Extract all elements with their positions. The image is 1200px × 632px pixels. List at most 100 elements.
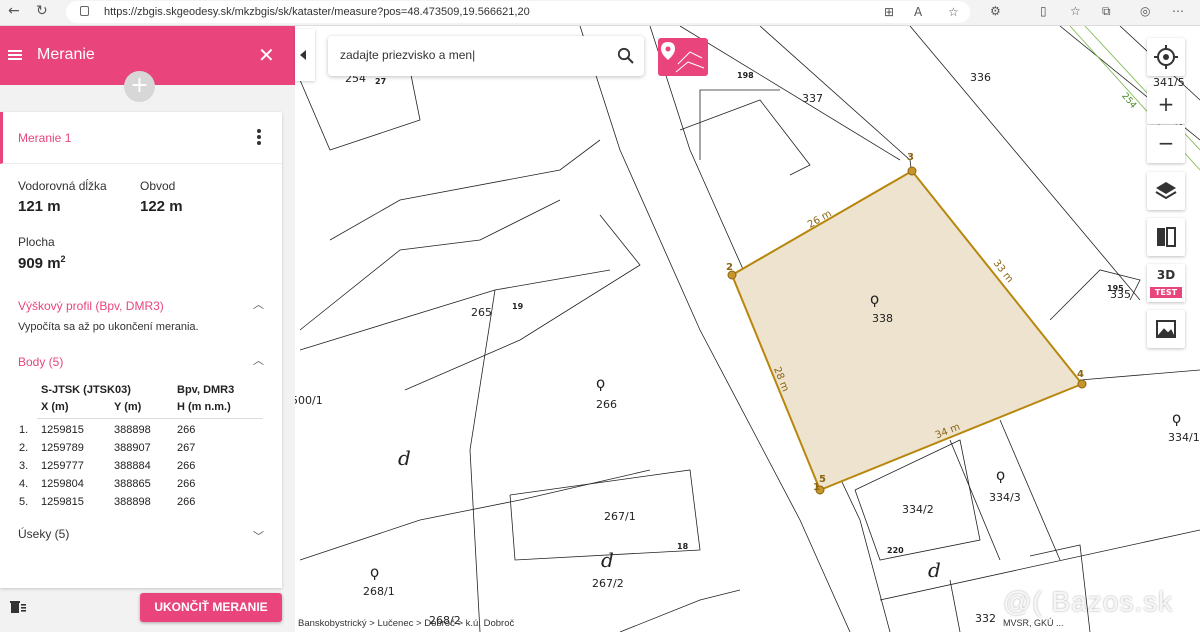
parcel-label: 334/3 bbox=[989, 491, 1021, 504]
cadastre-layer-button[interactable] bbox=[658, 38, 708, 76]
yard-symbol: ϙ bbox=[370, 563, 380, 581]
search-input[interactable] bbox=[340, 48, 610, 62]
translate-icon[interactable]: ⊞ bbox=[884, 5, 894, 19]
3d-view-button[interactable]: 3D TEST bbox=[1147, 264, 1185, 302]
plus-icon: + bbox=[1157, 92, 1175, 116]
favorites-icon[interactable]: ☆ bbox=[1070, 4, 1081, 18]
perimeter-value: 122 m bbox=[140, 198, 183, 215]
h-header: H (m n.m.) bbox=[177, 401, 231, 413]
cadastral-map bbox=[299, 26, 1200, 632]
coord-system-header: S-JTSK (JTSK03) bbox=[41, 384, 131, 396]
parcel-label: 265 bbox=[471, 306, 492, 319]
vertex-label: 2 bbox=[726, 262, 733, 273]
parcel-label: 268/1 bbox=[363, 585, 395, 598]
vertex-label: 4 bbox=[1077, 369, 1084, 380]
delete-all-icon[interactable] bbox=[9, 598, 27, 616]
map-pin-icon bbox=[661, 42, 705, 73]
parcel-label: 18 bbox=[677, 542, 689, 551]
location-breadcrumb: Banskobystrický > Lučenec > Dobroč > k.ú… bbox=[298, 618, 515, 629]
read-aloud-icon[interactable]: A bbox=[914, 5, 922, 19]
add-measurement-button[interactable]: + bbox=[124, 71, 155, 102]
garden-symbol: d bbox=[601, 548, 614, 572]
split-map-icon bbox=[1157, 227, 1176, 247]
garden-symbol: d bbox=[928, 558, 941, 582]
map-canvas[interactable]: 254 27 198 337 336 341/5 254 265 19 338 … bbox=[295, 26, 1200, 632]
parcel-label: 220 bbox=[887, 546, 904, 555]
x-header: X (m) bbox=[41, 401, 69, 413]
height-profile-section[interactable]: Výškový profil (Bpv, DMR3) bbox=[18, 299, 164, 313]
yard-symbol: ϙ bbox=[996, 466, 1006, 484]
zoom-out-button[interactable]: − bbox=[1147, 125, 1185, 163]
collections-icon[interactable]: ⧉ bbox=[1102, 4, 1111, 19]
parcel-label: 267/1 bbox=[604, 510, 636, 523]
back-icon[interactable]: ← bbox=[8, 3, 20, 19]
parcel-label: 500/1 bbox=[295, 394, 323, 407]
parcel-label: 267/2 bbox=[592, 577, 624, 590]
measured-area-polygon bbox=[730, 169, 1084, 492]
table-row: 3. 1259777 388884 266 bbox=[19, 460, 196, 472]
parcel-label: 332 bbox=[975, 612, 996, 625]
parcel-label: 19 bbox=[512, 302, 524, 311]
measurement-card-header[interactable]: Meranie 1 bbox=[0, 112, 282, 164]
vertex-marker bbox=[907, 166, 917, 176]
parcel-label: 335 bbox=[1110, 288, 1131, 301]
extensions-icon[interactable]: ⚙ bbox=[990, 4, 1001, 18]
watermark: @( Bazos.sk bbox=[1003, 586, 1174, 617]
area-value: 909 m2 bbox=[18, 254, 66, 272]
more-options-icon[interactable] bbox=[257, 129, 261, 147]
chevron-up-icon[interactable]: ︿ bbox=[253, 352, 264, 368]
table-row: 5. 1259815 388898 266 bbox=[19, 496, 196, 508]
chevron-up-icon[interactable]: ︿ bbox=[253, 296, 264, 312]
map-attribution: MVSR, GKÚ ... bbox=[1003, 618, 1064, 628]
yard-symbol: ϙ bbox=[870, 290, 880, 308]
refresh-icon[interactable]: ↻ bbox=[36, 3, 48, 19]
y-header: Y (m) bbox=[114, 401, 142, 413]
layers-icon bbox=[1155, 182, 1177, 200]
close-icon[interactable]: ✕ bbox=[258, 43, 275, 67]
3d-label: 3D bbox=[1156, 268, 1176, 282]
horizontal-length-value: 121 m bbox=[18, 198, 61, 215]
vertex-label: 3 bbox=[907, 152, 914, 163]
collapse-panel-button[interactable] bbox=[295, 29, 315, 81]
garden-symbol: d bbox=[398, 446, 411, 470]
locate-me-button[interactable] bbox=[1147, 38, 1185, 76]
split-screen-icon[interactable]: ▯ bbox=[1040, 4, 1047, 18]
profile-icon[interactable]: ◎ bbox=[1140, 4, 1150, 18]
search-icon[interactable] bbox=[617, 47, 635, 65]
layers-button[interactable] bbox=[1147, 172, 1185, 210]
panel-title: Meranie bbox=[37, 46, 95, 63]
image-icon bbox=[1156, 320, 1176, 338]
table-row: 4. 1259804 388865 266 bbox=[19, 478, 196, 490]
more-icon[interactable]: ⋯ bbox=[1172, 4, 1184, 18]
parcel-label: 334/2 bbox=[902, 503, 934, 516]
parcel-label: 336 bbox=[970, 71, 991, 84]
area-label: Plocha bbox=[18, 235, 55, 249]
yard-symbol: ϙ bbox=[1172, 409, 1182, 427]
measurement-name: Meranie 1 bbox=[18, 131, 72, 145]
points-section[interactable]: Body (5) bbox=[18, 355, 63, 369]
photo-map-button[interactable] bbox=[1147, 310, 1185, 348]
horizontal-length-label: Vodorovná dĺžka bbox=[18, 179, 107, 193]
table-divider bbox=[37, 418, 263, 419]
vertex-marker bbox=[1077, 379, 1087, 389]
parcel-label: 266 bbox=[596, 398, 617, 411]
segments-section[interactable]: Úseky (5) bbox=[18, 527, 69, 541]
parcel-label: 338 bbox=[872, 312, 893, 325]
search-box[interactable] bbox=[328, 36, 644, 76]
menu-icon[interactable] bbox=[8, 50, 22, 60]
lock-icon bbox=[80, 6, 89, 16]
vertex-label: 5 bbox=[819, 474, 826, 485]
parcel-label: 337 bbox=[802, 92, 823, 105]
finish-measurement-button[interactable]: UKONČIŤ MERANIE bbox=[140, 593, 282, 622]
browser-toolbar: ← ↻ https://zbgis.skgeodesy.sk/mkzbgis/s… bbox=[0, 0, 1200, 26]
perimeter-label: Obvod bbox=[140, 179, 176, 193]
minus-icon: − bbox=[1157, 131, 1175, 155]
yard-symbol: ϙ bbox=[596, 374, 606, 392]
measurement-panel: Meranie ✕ + Meranie 1 Vodorovná dĺžka 12… bbox=[0, 26, 295, 632]
compare-button[interactable] bbox=[1147, 218, 1185, 256]
favorite-star-icon[interactable]: ☆ bbox=[948, 5, 959, 19]
chevron-down-icon[interactable]: ﹀ bbox=[253, 528, 264, 544]
zoom-in-button[interactable]: + bbox=[1147, 86, 1185, 124]
measurement-card: Meranie 1 Vodorovná dĺžka 121 m Obvod 12… bbox=[0, 112, 282, 588]
address-bar[interactable]: https://zbgis.skgeodesy.sk/mkzbgis/sk/ka… bbox=[66, 1, 970, 23]
